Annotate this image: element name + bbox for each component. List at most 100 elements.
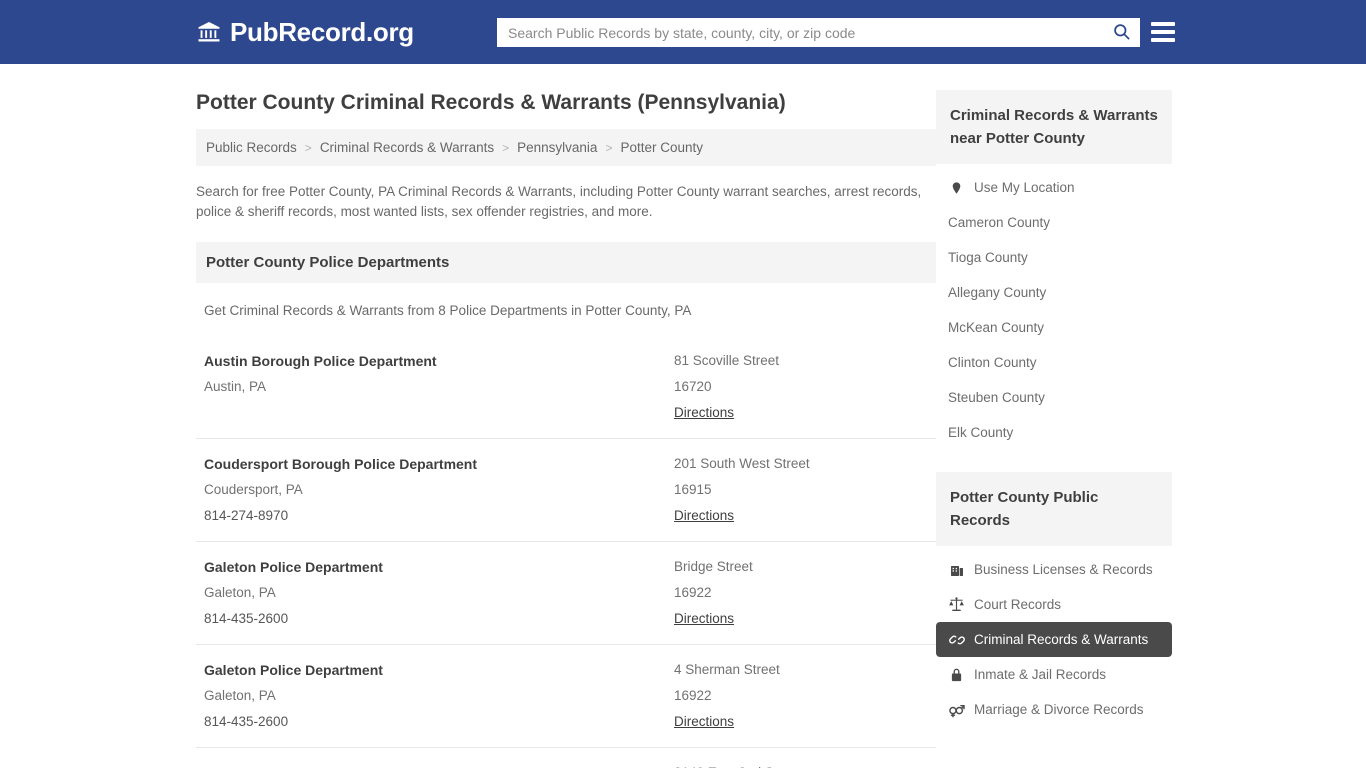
department-city-state: Coudersport, PA	[204, 482, 303, 498]
sidebar-record-type-item[interactable]: Marriage & Divorce Records	[936, 692, 1172, 727]
directions-link[interactable]: Directions	[674, 606, 734, 632]
department-zip: 16915	[674, 482, 712, 498]
department-city-state: Galeton, PA	[204, 585, 276, 601]
police-department-row: Galeton Police Department Galeton, PA 814-…	[196, 645, 936, 749]
department-city-state: Austin, PA	[204, 379, 267, 395]
sidebar-record-type-label: Court Records	[974, 597, 1062, 612]
hamburger-bar	[1151, 38, 1175, 42]
sidebar-nearby-item-label: Steuben County	[948, 390, 1045, 405]
page-body: Potter County Criminal Records & Warrant…	[0, 64, 1366, 768]
sidebar-nearby-item-label: Elk County	[948, 425, 1014, 440]
department-name: Coudersport Borough Police Department	[204, 456, 478, 473]
department-name: Pennsylvania State Police Troop F - Coud…	[204, 760, 674, 768]
breadcrumb-item[interactable]: Criminal Records & Warrants	[320, 140, 494, 155]
department-phone: 814-435-2600	[204, 611, 289, 627]
site-header: PubRecord.org	[0, 0, 1366, 64]
department-city-state: Galeton, PA	[204, 688, 276, 704]
sidebar-nearby-item-label: Tioga County	[948, 250, 1028, 265]
listing-left-column: Austin Borough Police Department Austin, …	[204, 348, 674, 400]
listing-left-column: Pennsylvania State Police Troop F - Coud…	[204, 760, 674, 768]
directions-link[interactable]: Directions	[674, 709, 734, 735]
sidebar-record-type-label: Business Licenses & Records	[974, 562, 1153, 577]
listing-right-column: 201 South West Street 16915 Directions	[674, 451, 936, 529]
department-street: 81 Scoville Street	[674, 353, 780, 369]
sidebar-record-type-item[interactable]: Inmate & Jail Records	[936, 657, 1172, 692]
department-phone: 814-435-2600	[204, 714, 289, 730]
sidebar-record-type-label: Marriage & Divorce Records	[974, 702, 1144, 717]
gender-symbols-icon	[948, 701, 965, 718]
section-header-police-departments: Potter County Police Departments	[196, 242, 936, 284]
police-department-list: Austin Borough Police Department Austin, …	[196, 336, 936, 768]
listing-left-column: Galeton Police Department Galeton, PA 814-…	[204, 554, 674, 632]
sidebar-nearby-item[interactable]: Allegany County	[936, 275, 1172, 310]
sidebar-nearby-item[interactable]: Steuben County	[936, 380, 1172, 415]
sidebar: Criminal Records & Warrants near Potter …	[936, 64, 1172, 768]
police-department-row: Galeton Police Department Galeton, PA 814-…	[196, 542, 936, 646]
sidebar-nearby-item-label: Allegany County	[948, 285, 1047, 300]
sidebar-record-type-item[interactable]: Court Records	[936, 587, 1172, 622]
sidebar-nearby-item-label: Cameron County	[948, 215, 1051, 230]
sidebar-nearby-item-label: Clinton County	[948, 355, 1037, 370]
breadcrumb-item[interactable]: Public Records	[206, 140, 297, 155]
department-street: 4 Sherman Street	[674, 662, 780, 678]
sidebar-nearby-item[interactable]: McKean County	[936, 310, 1172, 345]
site-logo-link[interactable]: PubRecord.org	[196, 19, 414, 45]
breadcrumb-item[interactable]: Pennsylvania	[517, 140, 597, 155]
sidebar-records-list: Business Licenses & Records Court Records…	[936, 552, 1172, 727]
map-pin-icon	[948, 179, 965, 196]
search-bar	[497, 18, 1140, 47]
sidebar-nearby-item[interactable]: Clinton County	[936, 345, 1172, 380]
department-name: Austin Borough Police Department	[204, 353, 437, 370]
breadcrumb-separator: >	[605, 140, 613, 155]
listing-right-column: 4 Sherman Street 16922 Directions	[674, 657, 936, 735]
sidebar-nearby-item[interactable]: Cameron County	[936, 205, 1172, 240]
police-department-row: Austin Borough Police Department Austin, …	[196, 336, 936, 440]
directions-link[interactable]: Directions	[674, 400, 734, 426]
listing-right-column: Bridge Street 16922 Directions	[674, 554, 936, 632]
sidebar-record-type-item[interactable]: Criminal Records & Warrants	[936, 622, 1172, 657]
sidebar-nearby-header: Criminal Records & Warrants near Potter …	[936, 90, 1172, 164]
hamburger-menu-icon[interactable]	[1151, 19, 1175, 45]
police-department-row: Coudersport Borough Police Department Cou…	[196, 439, 936, 543]
department-zip: 16720	[674, 379, 712, 395]
listing-right-column: 3140 East 2nd Street16915Directions	[674, 760, 936, 768]
sidebar-record-type-label: Criminal Records & Warrants	[974, 632, 1149, 647]
department-name: Galeton Police Department	[204, 662, 383, 679]
police-department-row: Pennsylvania State Police Troop F - Coud…	[196, 748, 936, 768]
search-input[interactable]	[498, 19, 1103, 46]
search-button[interactable]	[1103, 19, 1139, 46]
hamburger-bar	[1151, 22, 1175, 26]
sidebar-nearby-item[interactable]: Tioga County	[936, 240, 1172, 275]
breadcrumb-item: Potter County	[620, 140, 703, 156]
sidebar-nearby-item[interactable]: Use My Location	[936, 170, 1172, 205]
site-logo-text: PubRecord.org	[230, 17, 414, 47]
briefcase-icon	[948, 561, 965, 578]
sidebar-nearby-list: Use My Location Cameron County Tioga Count…	[936, 170, 1172, 450]
department-phone: 814-274-8970	[204, 508, 289, 524]
directions-link[interactable]: Directions	[674, 503, 734, 529]
breadcrumb-separator: >	[304, 140, 312, 155]
search-icon	[1112, 22, 1131, 44]
department-name: Galeton Police Department	[204, 559, 383, 576]
breadcrumb-separator: >	[502, 140, 510, 155]
sidebar-record-type-label: Inmate & Jail Records	[974, 667, 1107, 682]
lock-icon	[948, 666, 965, 683]
bank-building-icon	[196, 19, 222, 45]
listing-left-column: Coudersport Borough Police Department Cou…	[204, 451, 674, 529]
sidebar-record-type-item[interactable]: Business Licenses & Records	[936, 552, 1172, 587]
department-zip: 16922	[674, 585, 712, 601]
sidebar-records-header: Potter County Public Records	[936, 472, 1172, 546]
listing-right-column: 81 Scoville Street 16720 Directions	[674, 348, 936, 426]
department-street: 201 South West Street	[674, 456, 810, 472]
sidebar-nearby-item[interactable]: Elk County	[936, 415, 1172, 450]
breadcrumb: Public Records > Criminal Records & Warran…	[196, 129, 936, 167]
scales-of-justice-icon	[948, 596, 965, 613]
section-subtitle: Get Criminal Records & Warrants from 8 P…	[204, 303, 692, 319]
listing-left-column: Galeton Police Department Galeton, PA 814-…	[204, 657, 674, 735]
sidebar-nearby-item-label: McKean County	[948, 320, 1045, 335]
intro-paragraph: Search for free Potter County, PA Crimin…	[196, 184, 922, 220]
main-content: Potter County Criminal Records & Warrant…	[196, 64, 936, 768]
page-title: Potter County Criminal Records & Warrant…	[196, 91, 786, 114]
sidebar-nearby-item-label: Use My Location	[974, 180, 1075, 195]
hamburger-bar	[1151, 30, 1175, 34]
